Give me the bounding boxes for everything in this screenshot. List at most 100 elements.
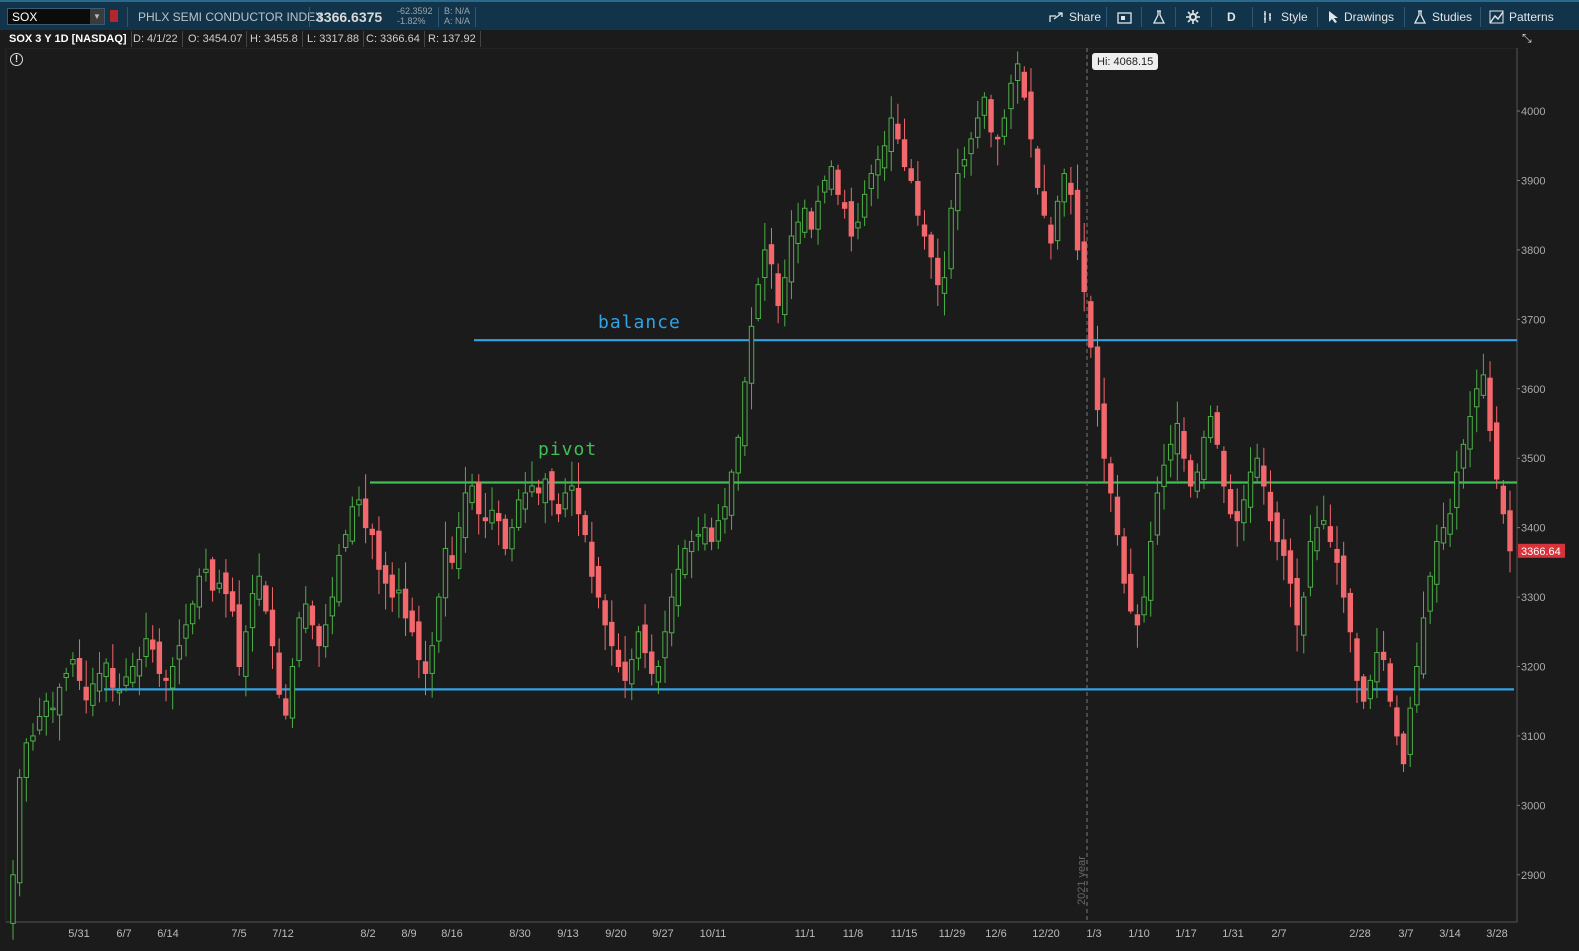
candle[interactable] <box>529 485 535 493</box>
candle[interactable] <box>342 534 349 548</box>
candle[interactable] <box>635 631 642 659</box>
candle[interactable] <box>1454 471 1460 508</box>
candle[interactable] <box>1167 443 1174 461</box>
candle[interactable] <box>103 662 109 678</box>
candle[interactable] <box>482 517 489 522</box>
flask-button[interactable] <box>1152 8 1166 26</box>
candle[interactable] <box>1114 496 1121 536</box>
candle[interactable] <box>469 485 475 504</box>
calendar-button[interactable] <box>1117 8 1132 26</box>
candle[interactable] <box>1440 527 1447 544</box>
candle[interactable] <box>815 200 821 230</box>
candle[interactable] <box>209 559 216 591</box>
candle[interactable] <box>50 707 56 711</box>
candle[interactable] <box>609 621 615 647</box>
candle[interactable] <box>229 591 236 612</box>
candle[interactable] <box>1227 489 1234 515</box>
candle[interactable] <box>1141 596 1147 616</box>
candle[interactable] <box>915 181 921 216</box>
candle[interactable] <box>1174 422 1181 455</box>
candle[interactable] <box>748 325 755 384</box>
candle[interactable] <box>835 169 841 195</box>
candle[interactable] <box>935 257 941 286</box>
candle[interactable] <box>110 667 116 688</box>
chevron-down-icon[interactable]: ▼ <box>90 9 104 24</box>
candle[interactable] <box>1294 577 1300 626</box>
candle[interactable] <box>868 173 874 190</box>
candle[interactable] <box>1014 63 1021 82</box>
candle[interactable] <box>822 179 828 193</box>
candle[interactable] <box>735 436 741 474</box>
candle[interactable] <box>1267 491 1274 522</box>
candle[interactable] <box>169 665 176 689</box>
studies-button[interactable]: Studies <box>1413 8 1472 26</box>
candle[interactable] <box>542 478 548 504</box>
candle[interactable] <box>695 534 701 537</box>
candle[interactable] <box>1207 416 1214 439</box>
candle[interactable] <box>1194 471 1200 492</box>
candle[interactable] <box>276 652 282 695</box>
candle[interactable] <box>921 224 928 237</box>
candle[interactable] <box>116 690 123 694</box>
candle[interactable] <box>775 273 781 306</box>
candle[interactable] <box>336 554 342 603</box>
candle[interactable] <box>156 641 163 674</box>
candle[interactable] <box>1380 651 1387 661</box>
candle[interactable] <box>1108 463 1114 494</box>
candle[interactable] <box>196 575 202 608</box>
candle[interactable] <box>1054 200 1061 242</box>
candle[interactable] <box>981 96 988 116</box>
candle[interactable] <box>855 221 861 229</box>
candle[interactable] <box>96 672 103 692</box>
candle[interactable] <box>150 639 156 650</box>
candle[interactable] <box>1314 527 1320 552</box>
candle[interactable] <box>1500 485 1507 515</box>
candle[interactable] <box>575 487 582 515</box>
symbol-selector[interactable]: ▼ <box>7 8 105 25</box>
candle[interactable] <box>1221 450 1227 487</box>
candle[interactable] <box>562 492 568 510</box>
candle[interactable] <box>948 207 954 270</box>
candle[interactable] <box>1367 679 1373 700</box>
candle[interactable] <box>988 99 994 133</box>
candle[interactable] <box>396 589 402 594</box>
candle[interactable] <box>1261 465 1267 487</box>
candle[interactable] <box>629 659 635 685</box>
candle[interactable] <box>1154 492 1161 536</box>
candle[interactable] <box>728 471 735 516</box>
candle[interactable] <box>249 593 256 629</box>
candle[interactable] <box>1028 91 1034 140</box>
candle[interactable] <box>1414 665 1420 706</box>
candle[interactable] <box>595 566 602 598</box>
candle[interactable] <box>968 138 974 155</box>
candle[interactable] <box>662 631 668 659</box>
candle[interactable] <box>941 277 948 294</box>
candle[interactable] <box>1407 707 1413 755</box>
candle[interactable] <box>1074 189 1081 251</box>
candle[interactable] <box>1068 182 1074 195</box>
candle[interactable] <box>183 624 189 639</box>
candle[interactable] <box>223 572 229 595</box>
candle[interactable] <box>30 735 36 742</box>
candle[interactable] <box>1360 676 1367 702</box>
candle[interactable] <box>1061 173 1067 203</box>
candle[interactable] <box>808 211 815 230</box>
symbol-input[interactable] <box>12 10 90 23</box>
candle[interactable] <box>875 159 881 176</box>
candle[interactable] <box>955 173 961 212</box>
candle[interactable] <box>1241 499 1247 524</box>
candle[interactable] <box>1467 416 1473 450</box>
candle[interactable] <box>688 541 695 553</box>
candle[interactable] <box>788 235 795 283</box>
candle[interactable] <box>356 499 362 506</box>
candle[interactable] <box>289 665 296 719</box>
candlestick-chart[interactable]: 2900 3000 3100 3200 3300 3400 3500 3600 3700 3800… <box>0 0 1579 951</box>
candle[interactable] <box>1081 241 1087 293</box>
candle[interactable] <box>1321 520 1327 525</box>
candle[interactable] <box>1247 471 1254 508</box>
candle[interactable] <box>283 698 289 716</box>
candle[interactable] <box>1474 388 1480 408</box>
candle[interactable] <box>708 527 715 543</box>
candle[interactable] <box>1274 512 1280 543</box>
share-button[interactable]: Share <box>1049 8 1101 26</box>
